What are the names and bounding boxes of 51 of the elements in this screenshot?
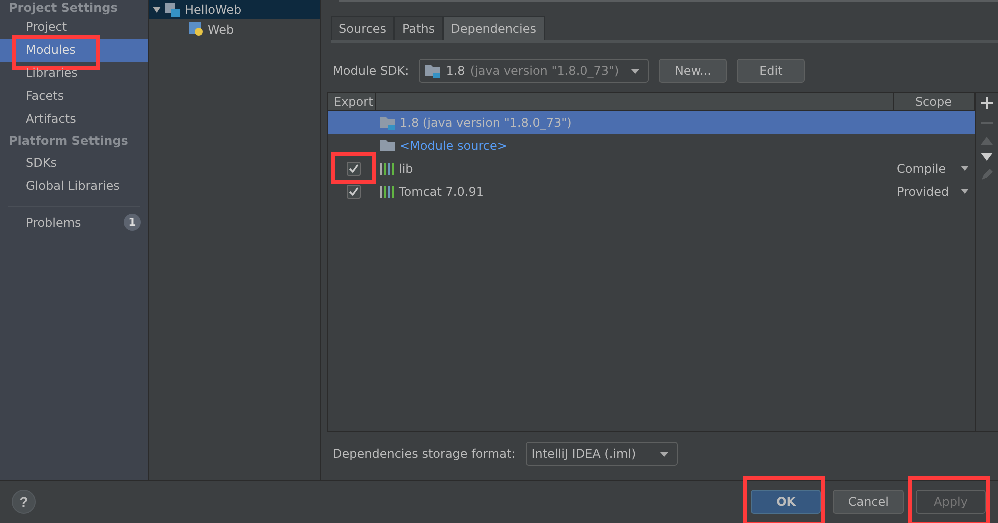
sdk-button[interactable]: New...: [659, 59, 728, 83]
dependency-row[interactable]: Tomcat 7.0.91 Provided: [328, 180, 975, 203]
library-icon: [380, 185, 395, 198]
module-sdk-label: Module SDK:: [333, 64, 410, 78]
help-button[interactable]: ?: [12, 490, 36, 514]
section-title: Project Settings: [8, 0, 119, 16]
dropdown-caret-icon: [631, 68, 640, 74]
tab[interactable]: Dependencies: [443, 16, 544, 40]
dialog-button[interactable]: OK: [751, 490, 822, 514]
sdk-button[interactable]: Edit: [737, 59, 806, 83]
scope-dropdown[interactable]: Compile: [897, 162, 975, 176]
web-icon: [189, 22, 204, 37]
add-icon[interactable]: [981, 97, 993, 109]
expand-arrow-icon: [153, 6, 161, 12]
tree-item[interactable]: HelloWeb: [149, 0, 320, 19]
tab[interactable]: Paths: [394, 16, 444, 40]
sidebar-item[interactable]: Modules: [0, 39, 148, 62]
sidebar-item[interactable]: Global Libraries: [0, 175, 148, 198]
dropdown-caret-icon: [660, 452, 669, 456]
scope-dropdown[interactable]: Provided: [897, 184, 975, 198]
sidebar-item[interactable]: Artifacts: [0, 108, 148, 131]
count-badge: 1: [124, 214, 141, 231]
dependency-row[interactable]: lib Compile: [328, 157, 975, 180]
tree-item[interactable]: Web: [149, 20, 320, 39]
dropdown-caret-icon: [961, 166, 969, 171]
move-down-icon[interactable]: [981, 153, 993, 161]
sidebar-item[interactable]: SDKs: [0, 152, 148, 175]
sidebar-item[interactable]: Project: [0, 16, 148, 39]
sdk-dropdown[interactable]: 1.8 (java version "1.8.0_73"): [419, 59, 650, 83]
sidebar-item[interactable]: Libraries: [0, 62, 148, 85]
export-checkbox[interactable]: [347, 162, 361, 176]
checkmark-icon: [349, 187, 359, 196]
column-header: Scope: [894, 93, 975, 110]
library-icon: [380, 162, 395, 175]
dropdown-caret-icon: [961, 189, 969, 194]
section-title: Platform Settings: [8, 133, 130, 150]
storage-format-label: Dependencies storage format:: [333, 447, 516, 461]
export-checkbox[interactable]: [347, 184, 361, 198]
storage-format-dropdown[interactable]: IntelliJ IDEA (.iml): [526, 442, 678, 466]
checkmark-icon: [349, 164, 359, 173]
dependency-row[interactable]: <Module source>: [328, 134, 975, 157]
tab[interactable]: Sources: [331, 16, 394, 40]
dialog-button[interactable]: Cancel: [833, 490, 904, 514]
dependency-row[interactable]: 1.8 (java version "1.8.0_73"): [328, 111, 975, 134]
folder-icon: [425, 64, 442, 78]
module-icon: [165, 2, 181, 16]
column-header: Export: [328, 93, 376, 110]
sidebar-item[interactable]: Facets: [0, 85, 148, 108]
folder-icon: [380, 116, 396, 130]
folder-icon: [380, 138, 396, 152]
problems-label[interactable]: Problems: [26, 216, 82, 230]
